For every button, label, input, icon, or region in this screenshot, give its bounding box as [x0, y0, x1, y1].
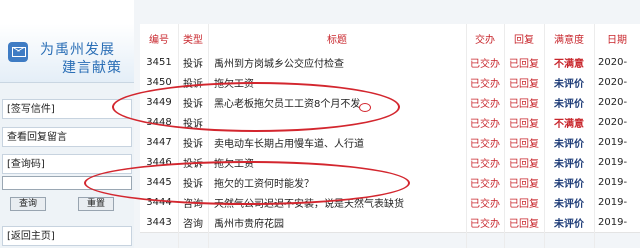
row-satisfaction: 未评价: [554, 178, 584, 190]
header-title: 标题: [327, 34, 347, 46]
table-row[interactable]: 3451 投诉 禹州到方岗城乡公交应付检查 已交办 已回复 不满意 2020-: [140, 52, 640, 73]
row-title-link[interactable]: 禹州市贵府花园: [208, 212, 466, 232]
row-satisfaction: 未评价: [554, 138, 584, 150]
row-type: 投诉: [183, 58, 203, 70]
row-type: 咨询: [183, 218, 203, 230]
row-submit-status: 已交办: [470, 58, 500, 70]
header-date: 日期: [607, 34, 627, 46]
row-reply-status: 已回复: [509, 58, 539, 70]
row-date: 2019-: [598, 196, 628, 208]
header-submit: 交办: [475, 34, 495, 46]
row-title-link[interactable]: 禹州到方岗城乡公交应付检查: [208, 52, 466, 72]
header-type: 类型: [183, 34, 203, 46]
row-reply-status: 已回复: [509, 138, 539, 150]
annotation-oval-bottom: [84, 161, 410, 205]
row-satisfaction: 未评价: [554, 158, 584, 170]
row-reply-status: 已回复: [509, 98, 539, 110]
row-date: 2019-: [598, 176, 628, 188]
row-date: 2020-: [598, 96, 628, 108]
row-satisfaction: 未评价: [554, 98, 584, 110]
row-submit-status: 已交办: [470, 158, 500, 170]
row-reply-status: 已回复: [509, 118, 539, 130]
row-date: 2019-: [598, 216, 628, 228]
sidebar-top-spacer: [0, 0, 134, 24]
row-date: 2019-: [598, 136, 628, 148]
row-id: 3447: [146, 136, 172, 148]
row-type: 投诉: [183, 138, 203, 150]
query-button[interactable]: 查询: [10, 197, 46, 211]
table-row[interactable]: 3443 咨询 禹州市贵府花园 已交办 已回复 未评价 2019-: [140, 212, 640, 233]
reset-button[interactable]: 重置: [78, 197, 114, 211]
suggestion-banner[interactable]: 为禹州发展 建言献策: [0, 24, 134, 83]
nav-return-home[interactable]: [返回主页]: [2, 226, 132, 246]
annotation-oval-top: [112, 82, 400, 132]
header-reply: 回复: [514, 34, 534, 46]
banner-slogan-line1: 为禹州发展: [40, 42, 115, 58]
row-submit-status: 已交办: [470, 178, 500, 190]
row-submit-status: 已交办: [470, 218, 500, 230]
row-satisfaction: 未评价: [554, 198, 584, 210]
row-title-link[interactable]: 卖电动车长期占用慢车道、人行道: [208, 132, 466, 152]
row-date: 2020-: [598, 116, 628, 128]
table-row[interactable]: 3447 投诉 卖电动车长期占用慢车道、人行道 已交办 已回复 未评价 2019-: [140, 132, 640, 153]
header-id: 编号: [149, 34, 169, 46]
row-satisfaction: 不满意: [554, 58, 584, 70]
row-date: 2019-: [598, 156, 628, 168]
row-reply-status: 已回复: [509, 218, 539, 230]
row-satisfaction: 未评价: [554, 218, 584, 230]
row-satisfaction: 不满意: [554, 118, 584, 130]
row-date: 2020-: [598, 56, 628, 68]
row-date: 2020-: [598, 76, 628, 88]
row-reply-status: 已回复: [509, 78, 539, 90]
row-satisfaction: 未评价: [554, 78, 584, 90]
row-submit-status: 已交办: [470, 78, 500, 90]
sidebar: 为禹州发展 建言献策 [签写信件] 查看回复留言 [查询码] 查询 重置 [返回…: [0, 0, 134, 248]
header-satisfaction: 满意度: [554, 34, 584, 46]
row-reply-status: 已回复: [509, 198, 539, 210]
row-submit-status: 已交办: [470, 198, 500, 210]
nav-view-reply[interactable]: 查看回复留言: [2, 127, 132, 147]
row-id: 3443: [146, 216, 172, 228]
mail-icon: [8, 42, 28, 62]
banner-slogan-line2: 建言献策: [62, 60, 122, 76]
row-submit-status: 已交办: [470, 98, 500, 110]
row-submit-status: 已交办: [470, 118, 500, 130]
letters-table: 编号 类型 标题 交办 回复 满意度 日期 3451 投诉 禹州到方岗城乡公交应付检…: [140, 24, 640, 248]
row-submit-status: 已交办: [470, 138, 500, 150]
row-reply-status: 已回复: [509, 178, 539, 190]
annotation-mark-small: [359, 103, 371, 112]
row-reply-status: 已回复: [509, 158, 539, 170]
table-header: 编号 类型 标题 交办 回复 满意度 日期: [140, 24, 640, 53]
row-id: 3451: [146, 56, 172, 68]
